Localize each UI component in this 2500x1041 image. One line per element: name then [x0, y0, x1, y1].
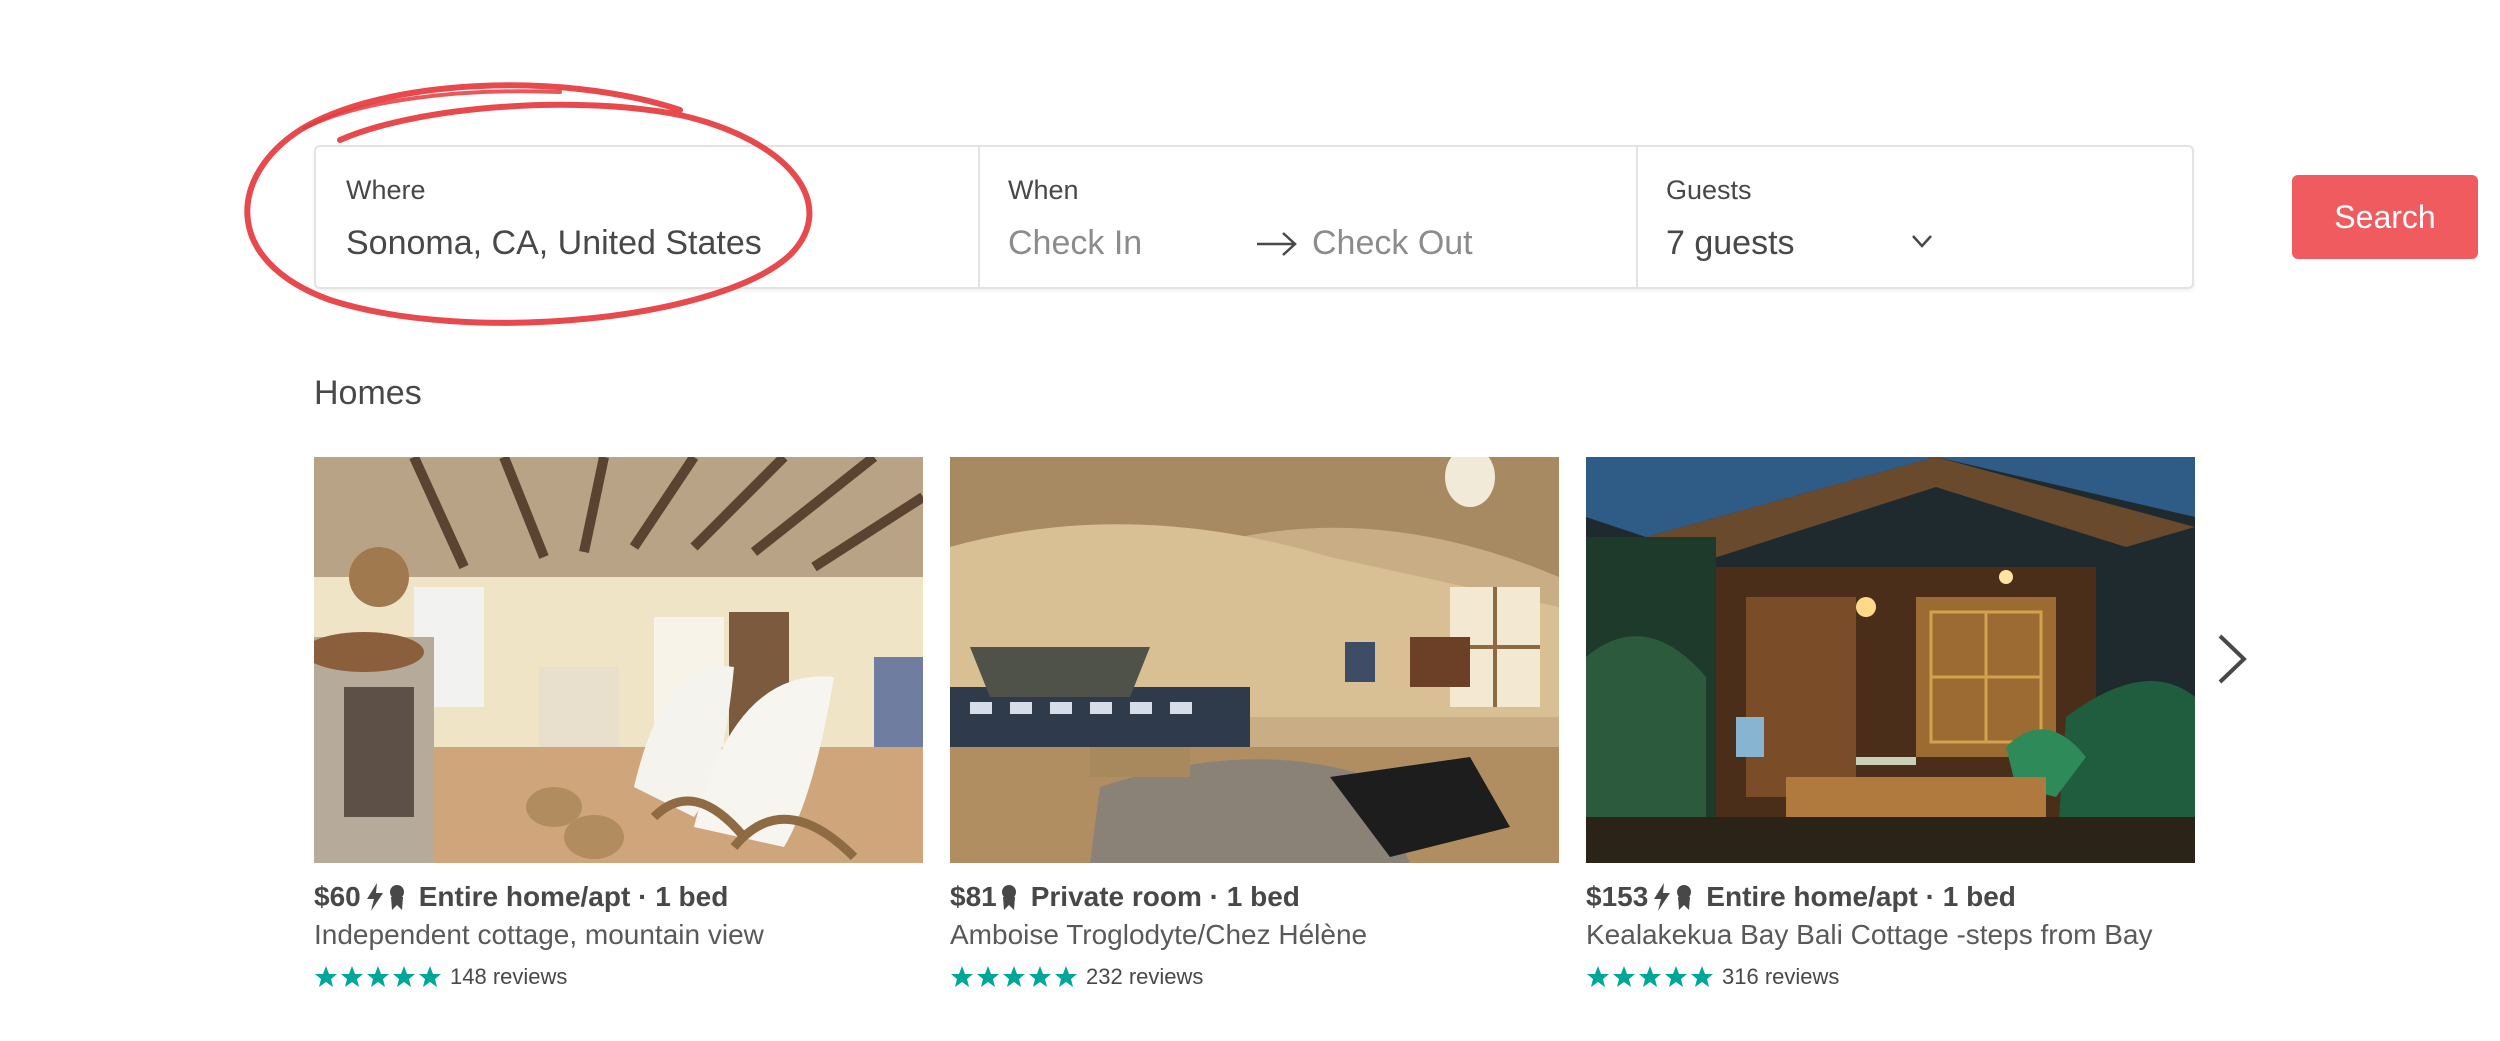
- listing-room-type: Entire home/apt · 1 bed: [418, 881, 729, 912]
- superhost-icon: [389, 885, 404, 910]
- star-rating: [950, 965, 1080, 989]
- star-icon: [951, 966, 973, 987]
- guests-field[interactable]: Guests 7 guests: [1636, 147, 2194, 287]
- listing-photo[interactable]: [314, 457, 923, 863]
- star-icon: [1613, 966, 1635, 987]
- listing-price: $153: [1586, 881, 1649, 912]
- listing-meta: $81 Private room · 1 bed: [950, 877, 1559, 917]
- star-icon: [1003, 966, 1025, 987]
- guests-label: Guests: [1666, 175, 1752, 205]
- star-icon: [1665, 966, 1687, 987]
- star-icon: [1055, 966, 1077, 987]
- listing-card[interactable]: $153 Entire home/apt · 1 bed Kealakekua …: [1586, 457, 2195, 991]
- check-out-input[interactable]: Check Out: [1312, 224, 1473, 263]
- listing-title[interactable]: Amboise Troglodyte/Chez Hélène: [950, 919, 1559, 951]
- chevron-down-icon[interactable]: [1908, 227, 1936, 255]
- listing-rating: 148 reviews: [314, 963, 923, 991]
- star-icon: [315, 966, 337, 987]
- star-icon: [1029, 966, 1051, 987]
- listing-rating: 232 reviews: [950, 963, 1559, 991]
- when-label: When: [1008, 175, 1079, 205]
- superhost-icon: [1677, 885, 1692, 910]
- where-field[interactable]: Where Sonoma, CA, United States: [316, 147, 978, 287]
- star-icon: [1639, 966, 1661, 987]
- star-icon: [977, 966, 999, 987]
- section-title: Homes: [314, 374, 422, 412]
- star-icon: [393, 966, 415, 987]
- listing-rating: 316 reviews: [1586, 963, 2195, 991]
- instant-book-icon: [1654, 883, 1671, 911]
- listing-reviews: 316 reviews: [1722, 964, 1840, 989]
- star-icon: [419, 966, 441, 987]
- listing-meta: $60 Entire home/apt · 1 bed: [314, 877, 923, 917]
- chevron-right-icon[interactable]: [2212, 632, 2252, 686]
- star-icon: [341, 966, 363, 987]
- listing-room-type: Private room · 1 bed: [1030, 881, 1300, 912]
- instant-book-icon: [366, 883, 383, 911]
- listing-card[interactable]: $81 Private room · 1 bed Amboise Troglod…: [950, 457, 1559, 991]
- superhost-icon: [1001, 885, 1016, 910]
- check-in-input[interactable]: Check In: [1008, 224, 1142, 263]
- search-button[interactable]: Search: [2292, 175, 2478, 259]
- star-rating: [314, 965, 444, 989]
- listing-card[interactable]: $60 Entire home/apt · 1 bed Independent …: [314, 457, 923, 991]
- star-icon: [1691, 966, 1713, 987]
- listing-room-type: Entire home/apt · 1 bed: [1706, 881, 2016, 912]
- listing-photo[interactable]: [950, 457, 1559, 863]
- right-arrow-icon: [1257, 232, 1297, 256]
- where-input[interactable]: Sonoma, CA, United States: [346, 224, 762, 263]
- listing-price: $60: [314, 881, 361, 912]
- star-icon: [1587, 966, 1609, 987]
- where-label: Where: [346, 175, 426, 205]
- star-rating: [1586, 965, 1716, 989]
- listing-meta: $153 Entire home/apt · 1 bed: [1586, 877, 2195, 917]
- guests-select[interactable]: 7 guests: [1666, 224, 1795, 263]
- listing-photo[interactable]: [1586, 457, 2195, 863]
- listing-title[interactable]: Independent cottage, mountain view: [314, 919, 923, 951]
- listing-price: $81: [950, 881, 997, 912]
- listing-reviews: 232 reviews: [1086, 964, 1204, 989]
- search-bar: Where Sonoma, CA, United States When Che…: [314, 145, 2478, 289]
- star-icon: [367, 966, 389, 987]
- when-field: When Check In Check Out: [978, 147, 1636, 287]
- listing-reviews: 148 reviews: [450, 964, 568, 989]
- listing-title[interactable]: Kealakekua Bay Bali Cottage -steps from …: [1586, 919, 2195, 951]
